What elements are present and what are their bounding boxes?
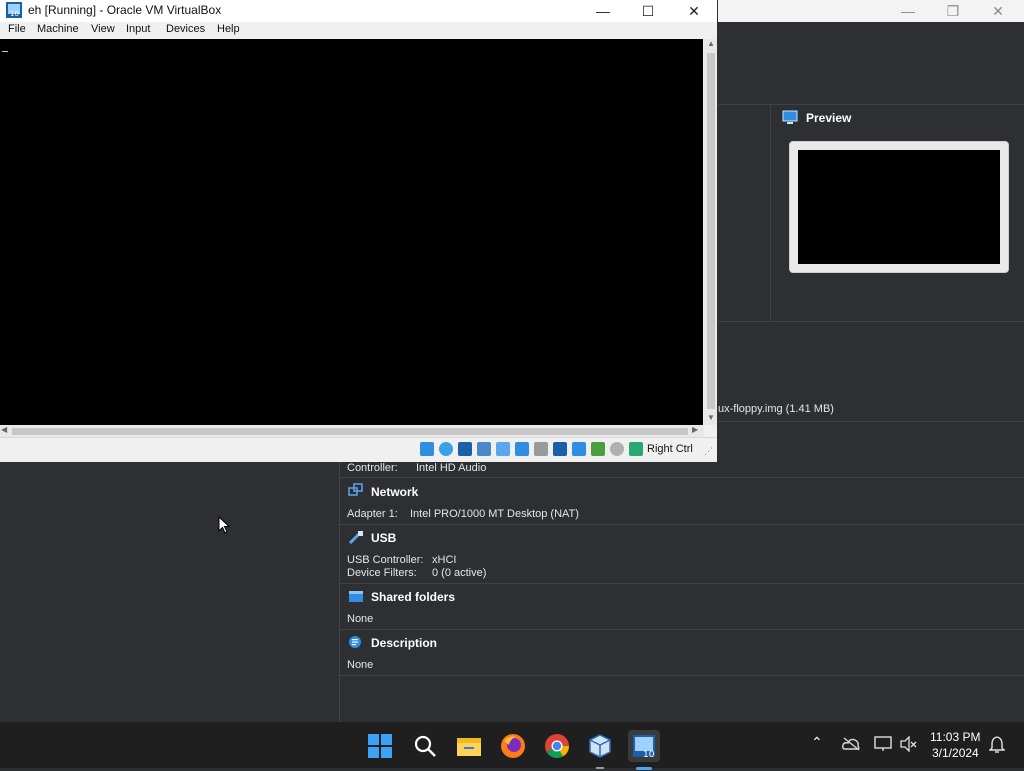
- start-button[interactable]: [364, 730, 396, 762]
- onedrive-offline-icon[interactable]: [842, 737, 860, 751]
- vm-window-button[interactable]: 10: [628, 730, 660, 770]
- network-tray-icon[interactable]: [874, 736, 892, 752]
- network-title[interactable]: Network: [371, 485, 418, 499]
- preview-title: Preview: [806, 111, 852, 125]
- clock-date[interactable]: 3/1/2024: [932, 746, 979, 760]
- shared-folders-status-icon[interactable]: [534, 442, 548, 456]
- clock-time[interactable]: 11:03 PM: [930, 730, 980, 744]
- scroll-right-icon[interactable]: ▶: [692, 425, 698, 434]
- folder-taskbar-icon: [457, 738, 481, 756]
- monitor-icon: [782, 110, 798, 124]
- audio-icon[interactable]: [477, 442, 491, 456]
- network-adapter-label: Adapter 1:: [347, 508, 398, 520]
- manager-minimize-button[interactable]: —: [893, 3, 923, 19]
- scroll-down-icon[interactable]: ▼: [707, 413, 715, 422]
- menu-help[interactable]: Help: [217, 23, 240, 35]
- optical-drive-icon[interactable]: [439, 442, 453, 456]
- search-button[interactable]: [409, 730, 441, 762]
- menu-file[interactable]: File: [8, 23, 26, 35]
- vm-minimize-button[interactable]: —: [580, 0, 626, 22]
- usb-filters-value: 0 (0 active): [432, 567, 487, 579]
- network-status-icon[interactable]: [496, 442, 510, 456]
- file-explorer-button[interactable]: [453, 730, 485, 762]
- search-icon: [414, 735, 436, 757]
- chrome-button[interactable]: [541, 730, 573, 762]
- virtualbox-logo-icon: 10: [6, 2, 22, 18]
- manager-title-bar: — ❐ ✕: [718, 0, 1024, 22]
- vertical-scroll-thumb[interactable]: [707, 53, 715, 409]
- network-adapter-value: Intel PRO/1000 MT Desktop (NAT): [410, 508, 579, 520]
- firefox-icon: [501, 734, 525, 758]
- vm-maximize-button[interactable]: ☐: [625, 0, 671, 22]
- storage-floppy-text: ux-floppy.img (1.41 MB): [718, 403, 834, 415]
- running-indicator: [596, 767, 604, 769]
- menu-view[interactable]: View: [91, 23, 115, 35]
- cpu-icon[interactable]: [591, 442, 605, 456]
- active-indicator: [636, 767, 652, 770]
- svg-text:10: 10: [10, 10, 19, 18]
- horizontal-scrollbar[interactable]: ◀ ▶: [0, 425, 704, 437]
- usb-controller-value: xHCI: [432, 554, 457, 566]
- windows-logo-icon: [368, 734, 392, 758]
- vertical-scrollbar[interactable]: ▲ ▼: [704, 39, 717, 425]
- chrome-icon: [545, 734, 569, 759]
- vm-menu-bar: File Machine View Input Devices Help: [0, 22, 717, 39]
- vm-window: 10 eh [Running] - Oracle VM VirtualBox —…: [0, 0, 717, 462]
- shared-folders-title[interactable]: Shared folders: [371, 590, 455, 604]
- vm-display[interactable]: [0, 39, 703, 425]
- scroll-left-icon[interactable]: ◀: [1, 425, 7, 434]
- virtualbox-manager-button[interactable]: [584, 730, 616, 769]
- svg-text:10: 10: [643, 750, 655, 759]
- display-icon[interactable]: [553, 442, 567, 456]
- host-key-label: Right Ctrl: [647, 443, 693, 455]
- mouse-integration-icon[interactable]: [610, 442, 624, 456]
- description-icon: [349, 636, 361, 648]
- keyboard-capture-icon[interactable]: [629, 442, 643, 456]
- usb-controller-label: USB Controller:: [347, 554, 424, 566]
- resize-grip-icon[interactable]: ⋰: [704, 446, 713, 457]
- virtualbox-cube-icon: [589, 734, 611, 758]
- usb-icon: [348, 531, 363, 544]
- preview-screen: [798, 150, 1000, 264]
- vm-title: eh [Running] - Oracle VM VirtualBox: [28, 3, 222, 17]
- manager-restore-button[interactable]: ❐: [938, 3, 968, 19]
- text-cursor: [2, 51, 8, 52]
- mouse-pointer-icon: [218, 516, 230, 534]
- audio-controller-value: Intel HD Audio: [416, 462, 487, 474]
- usb-title[interactable]: USB: [371, 531, 396, 545]
- usb-filters-label: Device Filters:: [347, 567, 417, 579]
- usb-status-icon[interactable]: [515, 442, 529, 456]
- preview-thumbnail[interactable]: [790, 142, 1008, 272]
- firefox-button[interactable]: [497, 730, 529, 762]
- menu-machine[interactable]: Machine: [37, 23, 79, 35]
- network-icon: [348, 483, 363, 496]
- floppy-icon[interactable]: [458, 442, 472, 456]
- manager-toolbar: [718, 22, 1024, 105]
- description-title[interactable]: Description: [371, 636, 437, 650]
- vm-status-bar: Right Ctrl ⋰: [0, 437, 717, 462]
- menu-devices[interactable]: Devices: [166, 23, 205, 35]
- description-value: None: [347, 659, 374, 671]
- folder-icon: [349, 591, 363, 602]
- volume-muted-icon[interactable]: [900, 736, 918, 752]
- manager-close-button[interactable]: ✕: [983, 3, 1013, 19]
- horizontal-scroll-thumb[interactable]: [12, 428, 688, 435]
- vm-title-bar[interactable]: 10 eh [Running] - Oracle VM VirtualBox —…: [0, 0, 717, 22]
- vm-close-button[interactable]: ✕: [671, 0, 717, 22]
- scroll-up-icon[interactable]: ▲: [707, 39, 715, 48]
- recording-icon[interactable]: [572, 442, 586, 456]
- notification-bell-icon[interactable]: [989, 736, 1005, 754]
- hard-disk-icon[interactable]: [420, 442, 434, 456]
- taskbar: 10 ⌃ 11:03 PM 3/1/2024: [0, 722, 1024, 770]
- show-hidden-icons-icon[interactable]: ⌃: [811, 734, 823, 751]
- menu-input[interactable]: Input: [126, 23, 150, 35]
- audio-controller-label: Controller:: [347, 462, 398, 474]
- shared-folders-value: None: [347, 613, 374, 625]
- vm-running-icon: 10: [633, 735, 655, 760]
